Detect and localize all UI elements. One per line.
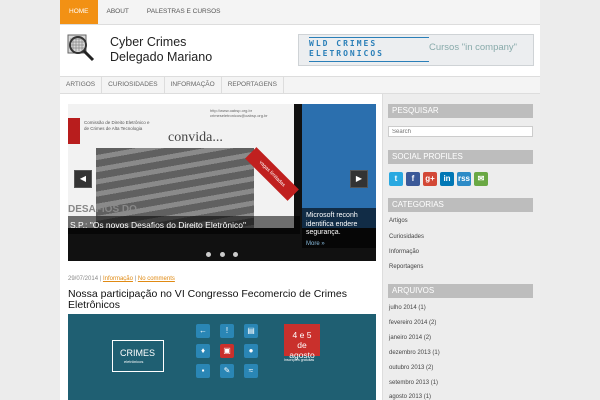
slide-url-text: http://www.oabsp.org.br crimeseletronico… [210, 108, 268, 118]
archive-link[interactable]: julho 2014 (1) [389, 305, 426, 311]
document-icon: ▤ [244, 324, 258, 338]
event-info: Inscrições gratuitas [284, 358, 315, 362]
magnifier-logo-icon[interactable] [66, 33, 96, 63]
google-plus-icon[interactable]: g+ [423, 172, 437, 186]
category-link-artigos[interactable]: Artigos [389, 218, 408, 224]
post-meta: 29/07/2014 | Informação | No comments [68, 276, 175, 282]
post-date: 29/07/2014 [68, 276, 99, 282]
slider-dot-2[interactable] [219, 252, 225, 257]
social-icons: t f g+ in rss ✉ [389, 172, 491, 186]
subnav-reportagens[interactable]: REPORTAGENS [222, 77, 284, 93]
shield-icon: ♦ [196, 344, 210, 358]
crimes-logo-text: CRIMES [120, 348, 156, 358]
slider-pagination [68, 248, 376, 261]
banner-line-top [309, 37, 429, 38]
oab-logo-mark [68, 118, 80, 144]
banner-main-bottom: ELETRONICOS [309, 49, 384, 58]
sidebar: PESQUISAR SOCIAL PROFILES t f g+ in rss … [382, 94, 540, 400]
search-widget-title: PESQUISAR [388, 104, 533, 118]
subnav-curiosidades[interactable]: CURIOSIDADES [102, 77, 165, 93]
rss-icon[interactable]: rss [457, 172, 471, 186]
more-link[interactable]: More » [306, 240, 372, 249]
header-banner-ad[interactable]: WLD CRIMES ELETRONICOS Cursos "in compan… [298, 34, 534, 66]
arrow-left-icon: ← [196, 324, 210, 338]
slide-caption[interactable]: S.P.: "Os novos Desafios do Direito Elet… [68, 216, 300, 234]
event-day: 4 e 5 [292, 330, 312, 340]
archive-link[interactable]: fevereiro 2014 (2) [389, 320, 436, 326]
category-link-reportagens[interactable]: Reportagens [389, 264, 423, 270]
site-header: Cyber Crimes Delegado Mariano WLD CRIMES… [60, 25, 540, 74]
top-nav: HOME ABOUT PALESTRAS E CURSOS [60, 0, 540, 25]
main-content: Comissão de Direito Eletrônico e de Crim… [60, 94, 382, 400]
archives-widget-title: ARQUIVOS [388, 284, 533, 298]
linkedin-icon[interactable]: in [440, 172, 454, 186]
categories-widget-title: CATEGORIAS [388, 198, 533, 212]
slide-commission-text: Comissão de Direito Eletrônico e de Crim… [84, 120, 150, 131]
subnav-artigos[interactable]: ARTIGOS [60, 77, 103, 93]
social-widget-title: SOCIAL PROFILES [388, 150, 533, 164]
nav-palestras[interactable]: PALESTRAS E CURSOS [138, 0, 230, 24]
wifi-icon: ≈ [244, 364, 258, 378]
slide-convida-text: convida... [168, 130, 223, 145]
banner-line-bottom [309, 61, 429, 62]
banner-main-text: WLD CRIMES ELETRONICOS [309, 39, 384, 59]
site-title[interactable]: Cyber Crimes Delegado Mariano [110, 35, 212, 65]
archive-link[interactable]: outubro 2013 (2) [389, 365, 433, 371]
post-featured-image[interactable]: CRIMES eletrônicos ← ! ▤ ♦ ▣ ● ▪ ✎ ≈ 4 e… [68, 314, 376, 400]
event-date-box: 4 e 5 de agosto [284, 324, 320, 360]
next-slide-title: Microsoft reconh identifica endere segur… [306, 212, 358, 236]
archive-link[interactable]: agosto 2013 (1) [389, 394, 431, 400]
crimes-logo-sub: eletrônicos [124, 359, 144, 364]
archive-link[interactable]: dezembro 2013 (1) [389, 350, 440, 356]
lock-icon: ▪ [196, 364, 210, 378]
featured-slider[interactable]: Comissão de Direito Eletrônico e de Crim… [68, 104, 376, 261]
site-title-line2: Delegado Mariano [110, 50, 213, 64]
site-title-line1: Cyber Crimes [110, 35, 187, 49]
page-wrapper: HOME ABOUT PALESTRAS E CURSOS Cyber Crim… [60, 0, 540, 400]
post-title[interactable]: Nossa participação no VI Congresso Fecom… [68, 289, 378, 311]
tool-icon: ✎ [220, 364, 234, 378]
slider-dot-3[interactable] [232, 252, 238, 257]
category-link-curiosidades[interactable]: Curiosidades [389, 234, 424, 240]
archive-link[interactable]: janeiro 2014 (2) [389, 335, 431, 341]
next-arrow-icon[interactable]: ▶ [350, 170, 368, 188]
subnav-informacao[interactable]: INFORMAÇÃO [165, 77, 222, 93]
bulb-icon: ● [244, 344, 258, 358]
nav-home[interactable]: HOME [60, 0, 98, 24]
slide-ghost-text: DESAFIOS DO [68, 204, 137, 215]
facebook-icon[interactable]: f [406, 172, 420, 186]
twitter-icon[interactable]: t [389, 172, 403, 186]
email-icon[interactable]: ✉ [474, 172, 488, 186]
computer-icon: ▣ [220, 344, 234, 358]
category-nav: ARTIGOS CURIOSIDADES INFORMAÇÃO REPORTAG… [60, 76, 540, 94]
search-input[interactable] [388, 126, 533, 137]
category-link-informacao[interactable]: Informação [389, 249, 419, 255]
nav-about[interactable]: ABOUT [98, 0, 138, 24]
prev-arrow-icon[interactable]: ◀ [74, 170, 92, 188]
post-category-link[interactable]: Informação [103, 276, 133, 282]
warning-icon: ! [220, 324, 234, 338]
post-comments-link[interactable]: No comments [138, 276, 175, 282]
event-month: de agosto [289, 340, 315, 360]
banner-main-top: WLD CRIMES [309, 39, 378, 48]
slider-dot-1[interactable] [206, 252, 212, 257]
banner-tagline: Cursos "in company" [429, 42, 518, 53]
archive-link[interactable]: setembro 2013 (1) [389, 380, 438, 386]
